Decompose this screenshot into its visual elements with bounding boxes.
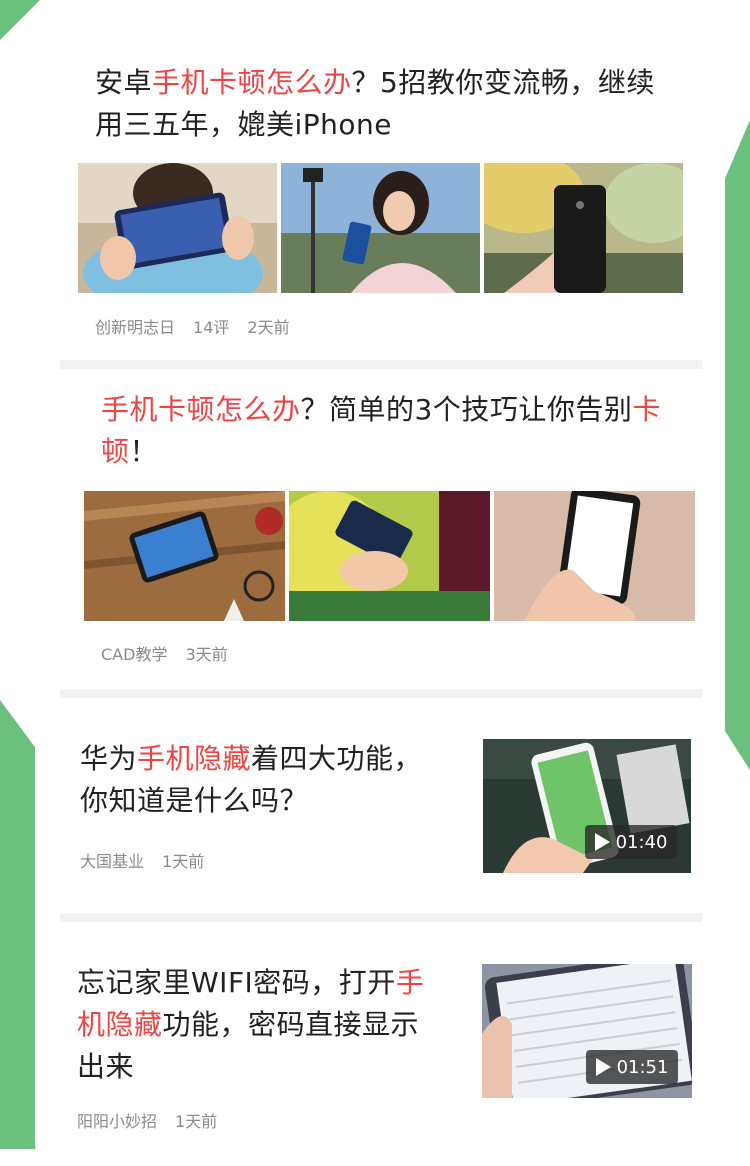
news-feed-card: 安卓手机卡顿怎么办？5招教你变流畅，继续用三五年，媲美iPhone 创新明志日 … [35, 26, 725, 1166]
video-duration: 01:51 [616, 1056, 669, 1078]
keyword-highlight: 手机隐藏 [137, 742, 252, 775]
article-image-phone-on-desk[interactable] [84, 491, 285, 621]
video-duration: 01:40 [615, 831, 668, 853]
article-source: 大国基业 [80, 852, 145, 871]
article-item[interactable]: 华为手机隐藏着四大功能，你知道是什么吗？ 大国基业 1天前 01:40 [35, 698, 725, 913]
article-image-hand-with-phone-green[interactable] [289, 491, 490, 621]
article-time: 2天前 [247, 318, 290, 337]
article-meta: 大国基业 1天前 [80, 848, 222, 872]
article-time: 1天前 [175, 1112, 218, 1131]
article-meta: 创新明志日 14评 2天前 [95, 314, 308, 338]
article-divider [60, 689, 702, 698]
background-left-shape [0, 700, 40, 1149]
article-divider [60, 913, 702, 922]
background-corner-shape [0, 0, 40, 40]
article-image-hand-holding-iphone[interactable] [484, 163, 683, 293]
play-icon [594, 833, 610, 851]
article-item[interactable]: 忘记家里WIFI密码，打开手机隐藏功能，密码直接显示出来 阳阳小妙招 1天前 0… [35, 922, 725, 1166]
video-duration-badge: 01:51 [586, 1050, 678, 1084]
video-duration-badge: 01:40 [585, 825, 677, 859]
article-image-hand-holding-phone-white-screen[interactable] [494, 491, 695, 621]
comment-count: 14评 [193, 318, 230, 337]
article-title[interactable]: 华为手机隐藏着四大功能，你知道是什么吗？ [80, 738, 440, 822]
article-divider [60, 360, 702, 369]
play-icon [595, 1058, 611, 1076]
article-source: CAD教学 [101, 645, 168, 664]
article-source: 阳阳小妙招 [77, 1112, 158, 1131]
article-meta: 阳阳小妙招 1天前 [77, 1108, 235, 1132]
article-source: 创新明志日 [95, 318, 176, 337]
article-item[interactable]: 安卓手机卡顿怎么办？5招教你变流畅，继续用三五年，媲美iPhone 创新明志日 … [35, 26, 725, 361]
keyword-highlight: 手机卡顿怎么办 [152, 66, 352, 99]
article-time: 1天前 [162, 852, 205, 871]
article-meta: CAD教学 3天前 [101, 641, 246, 665]
video-thumbnail-huawei-phone[interactable]: 01:40 [483, 739, 691, 873]
video-thumbnail-wifi-settings[interactable]: 01:51 [482, 964, 692, 1098]
article-title[interactable]: 忘记家里WIFI密码，打开手机隐藏功能，密码直接显示出来 [77, 962, 447, 1088]
article-image-woman-holding-phone[interactable] [78, 163, 277, 293]
article-image-woman-with-phone-outdoors[interactable] [281, 163, 480, 293]
article-time: 3天前 [185, 645, 228, 664]
article-item[interactable]: 手机卡顿怎么办？简单的3个技巧让你告别卡顿！ CAD教学 3天前 [35, 369, 725, 689]
article-title[interactable]: 安卓手机卡顿怎么办？5招教你变流畅，继续用三五年，媲美iPhone [95, 62, 675, 146]
keyword-highlight: 手机卡顿怎么办 [101, 393, 301, 426]
article-title[interactable]: 手机卡顿怎么办？简单的3个技巧让你告别卡顿！ [101, 389, 681, 473]
